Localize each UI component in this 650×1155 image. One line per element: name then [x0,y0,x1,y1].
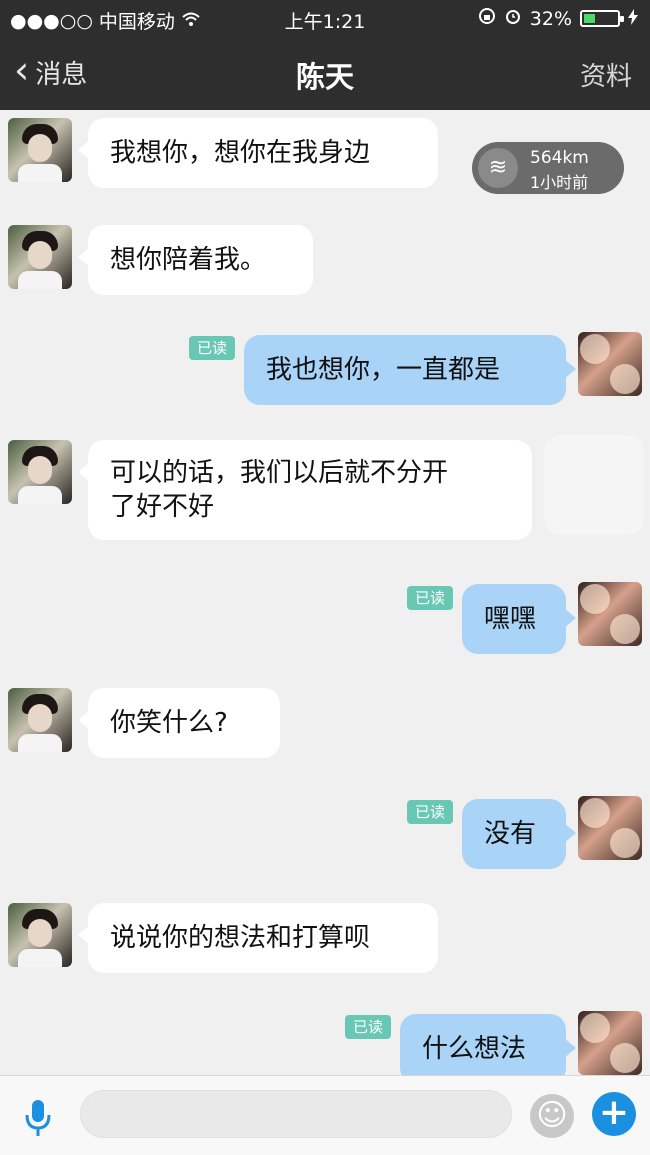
message-bubble-incoming[interactable]: 说说你的想法和打算呗 [78,903,438,973]
my-avatar[interactable] [578,1011,642,1075]
charging-icon [628,8,638,30]
contact-avatar[interactable] [8,118,72,182]
add-icon[interactable]: + [592,1092,636,1136]
contact-avatar[interactable] [8,225,72,289]
distance-value: 564km [530,148,589,168]
microphone-icon[interactable] [22,1098,54,1138]
contact-avatar[interactable] [8,440,72,504]
status-bar: ●●●○○ 中国移动 上午1:21 32% [0,0,650,36]
message-bubble-incoming[interactable]: 想你陪着我。 [78,225,313,295]
emoji-icon[interactable]: ☺ [530,1094,574,1138]
message-bubble-outgoing[interactable]: 什么想法 [400,1014,576,1075]
my-avatar[interactable] [578,332,642,396]
battery-percent: 32% [529,7,572,30]
message-bubble-outgoing[interactable]: 嘿嘿 [462,584,576,654]
location-trail-icon: ≋ [478,148,518,188]
my-avatar[interactable] [578,796,642,860]
message-bubble-outgoing[interactable]: 没有 [462,799,576,869]
distance-time: 1小时前 [530,173,589,192]
profile-button[interactable]: 资料 [580,56,632,93]
battery-icon [580,10,624,27]
nav-bar: ‹ 消息 陈天 资料 [0,36,650,110]
message-input[interactable] [80,1090,512,1138]
contact-avatar[interactable] [8,903,72,967]
input-bar: ☺ + [0,1075,650,1155]
distance-badge[interactable]: ≋ 564km 1小时前 [472,142,624,194]
read-status-badge: 已读 [189,336,235,360]
read-status-badge: 已读 [407,586,453,610]
contact-avatar[interactable] [8,688,72,752]
chat-area[interactable]: ≋ 564km 1小时前 我想你，想你在我身边 想你陪着我。 已读 我也想你，一… [0,110,650,1075]
blurred-overlay [544,435,644,535]
alarm-icon [504,7,522,30]
my-avatar[interactable] [578,582,642,646]
chat-title: 陈天 [295,60,354,94]
rotation-lock-icon [478,7,496,30]
read-status-badge: 已读 [407,800,453,824]
message-bubble-incoming[interactable]: 我想你，想你在我身边 [78,118,438,188]
read-status-badge: 已读 [345,1015,391,1039]
message-bubble-outgoing[interactable]: 我也想你，一直都是 [244,335,576,405]
message-bubble-incoming[interactable]: 可以的话，我们以后就不分开 了好不好 [78,440,532,540]
message-bubble-incoming[interactable]: 你笑什么? [78,688,280,758]
